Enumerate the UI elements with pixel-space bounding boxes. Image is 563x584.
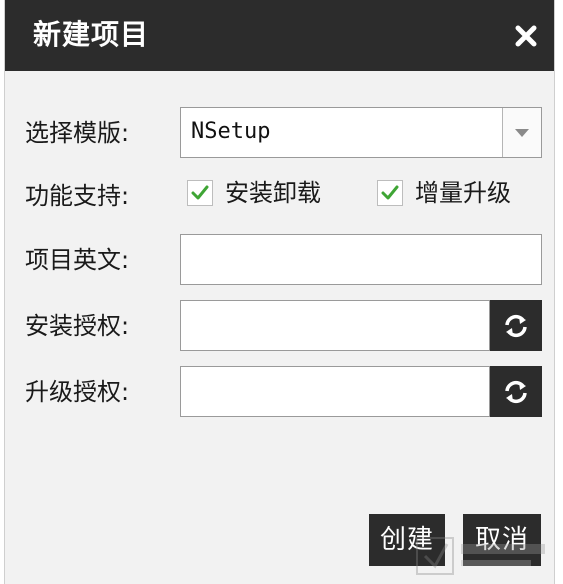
create-button[interactable]: 创建 <box>369 514 445 566</box>
install-auth-refresh-button[interactable] <box>490 300 542 351</box>
check-icon <box>381 185 399 200</box>
template-select[interactable]: NSetup <box>180 107 542 158</box>
install-uninstall-checkbox[interactable]: 安装卸载 <box>187 178 321 208</box>
checkbox-box <box>187 180 213 206</box>
check-icon <box>191 185 209 200</box>
install-auth-label: 安装授权: <box>25 312 130 340</box>
chevron-down-icon <box>515 128 529 137</box>
refresh-icon <box>505 380 527 403</box>
close-icon <box>515 25 537 47</box>
template-label: 选择模版: <box>25 119 130 147</box>
incremental-upgrade-checkbox[interactable]: 增量升级 <box>377 178 511 208</box>
project-english-input[interactable] <box>180 234 542 285</box>
install-uninstall-label: 安装卸载 <box>225 179 321 207</box>
dialog-title: 新建项目 <box>33 18 150 51</box>
upgrade-auth-label: 升级授权: <box>25 378 130 406</box>
checkbox-box <box>377 180 403 206</box>
project-english-label: 项目英文: <box>25 246 130 274</box>
cancel-button[interactable]: 取消 <box>463 514 541 566</box>
features-label: 功能支持: <box>25 182 130 210</box>
template-dropdown-toggle[interactable] <box>502 108 541 157</box>
template-select-value: NSetup <box>191 119 271 144</box>
close-button[interactable] <box>512 22 540 50</box>
new-project-dialog: 新建项目 选择模版: NSetup 功能支持: 安装卸载 增量升级 项目英文: … <box>4 0 555 584</box>
refresh-icon <box>505 314 527 337</box>
upgrade-auth-refresh-button[interactable] <box>490 366 542 417</box>
dialog-titlebar: 新建项目 <box>5 0 554 71</box>
install-auth-input[interactable] <box>180 300 490 351</box>
incremental-upgrade-label: 增量升级 <box>415 179 511 207</box>
upgrade-auth-input[interactable] <box>180 366 490 417</box>
